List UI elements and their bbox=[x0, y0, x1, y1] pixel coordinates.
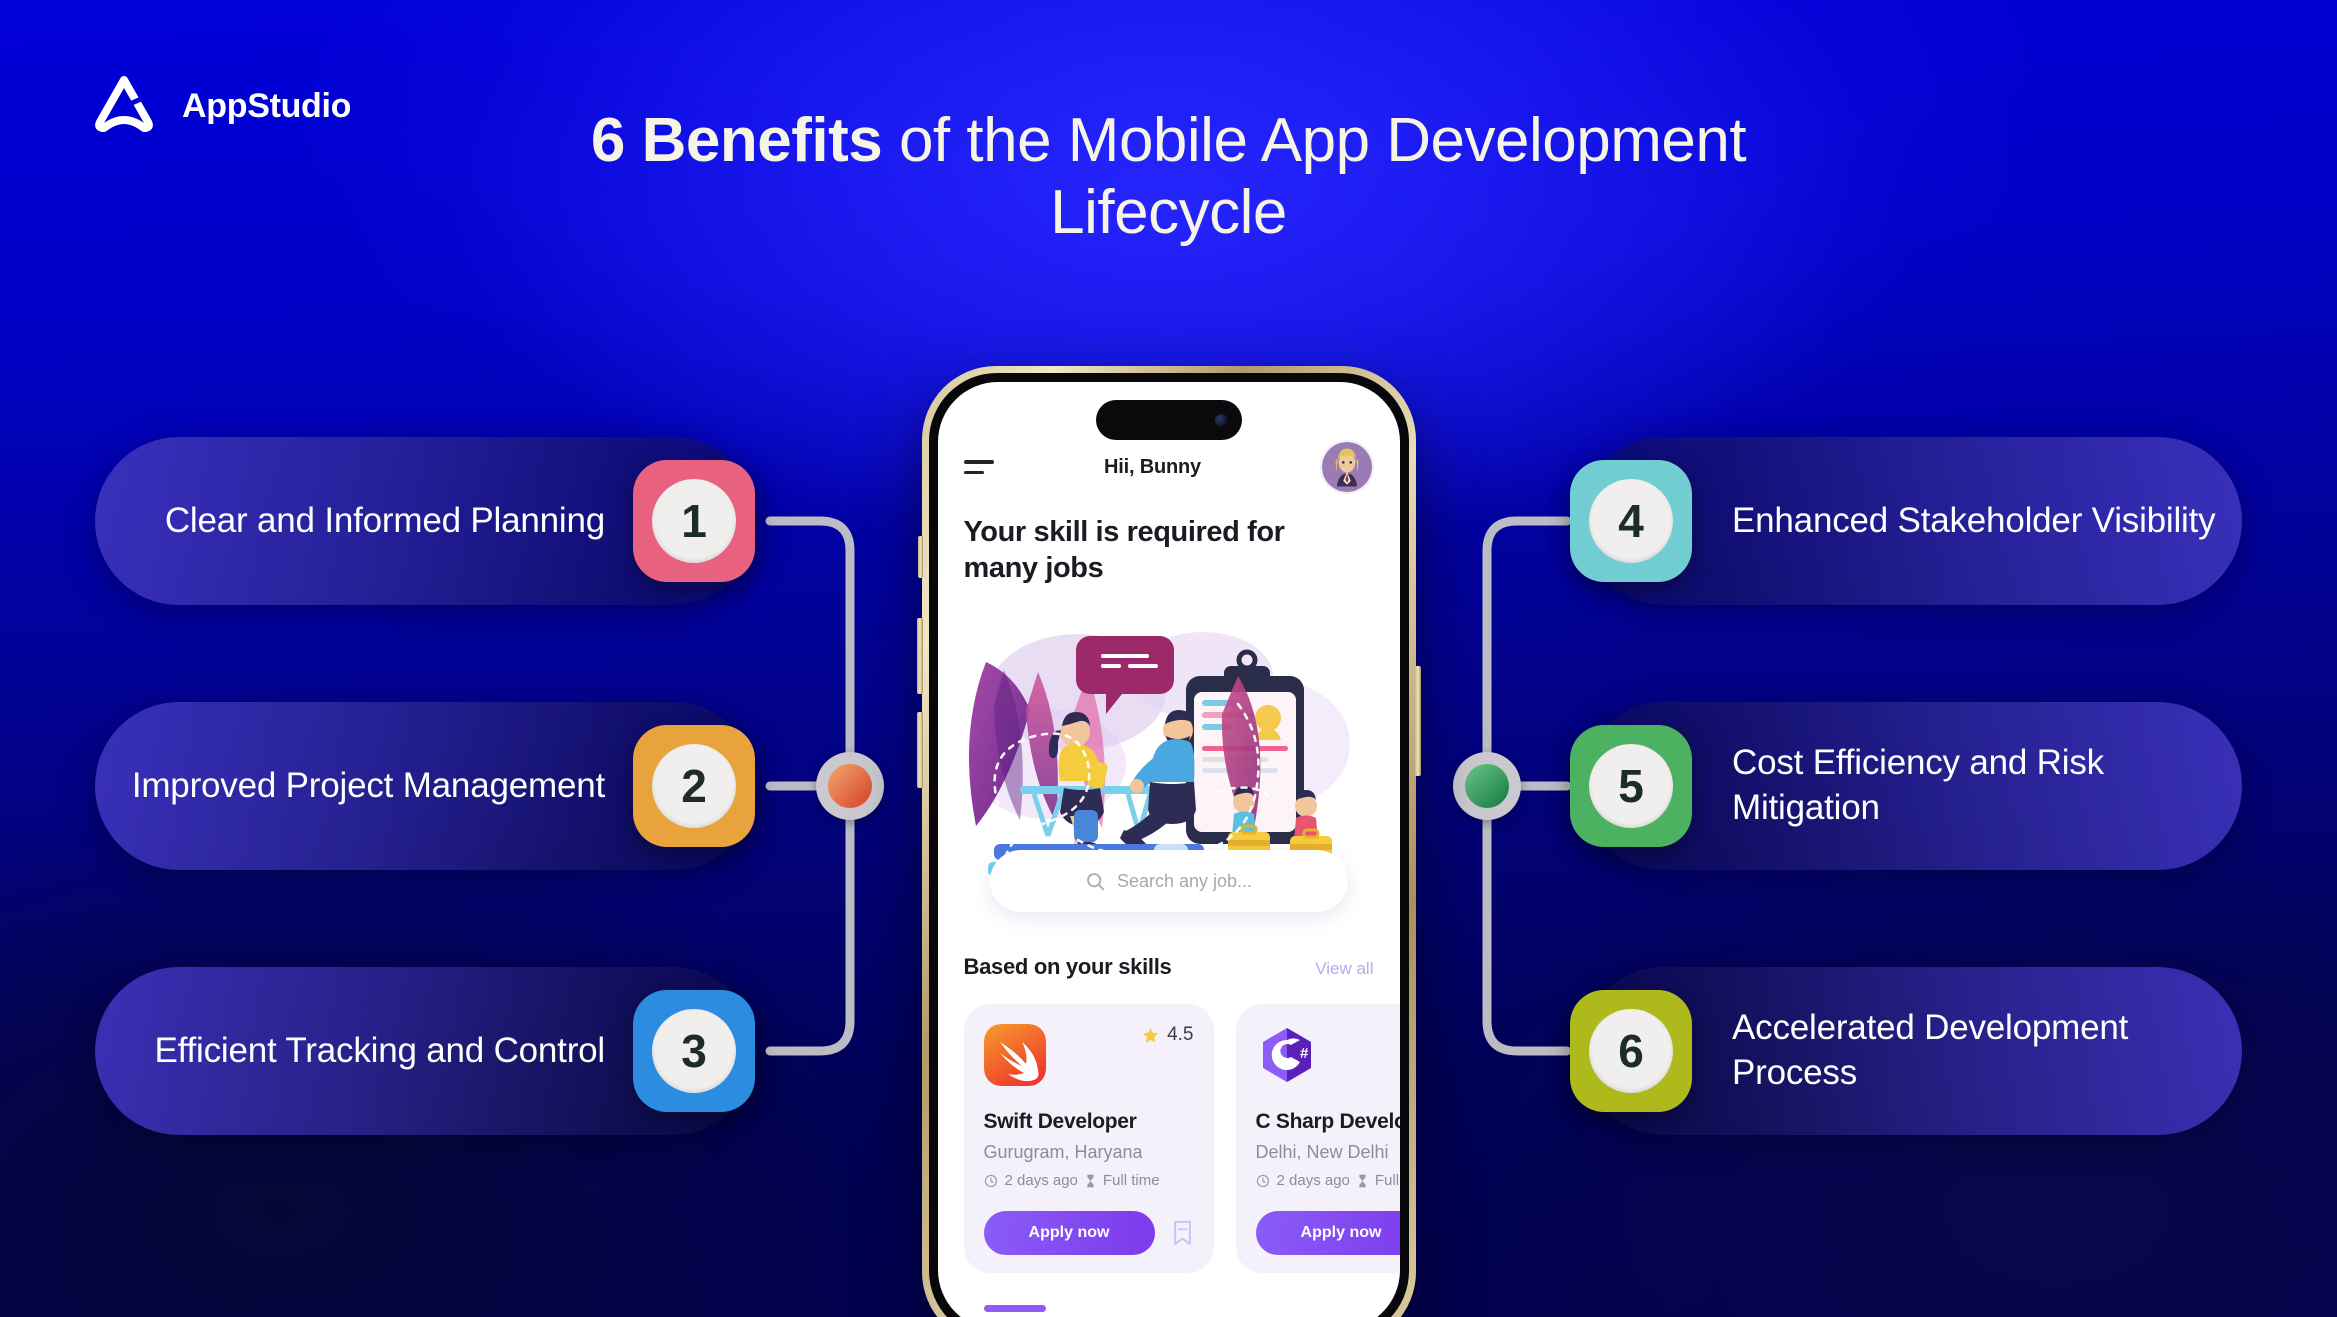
headline-rest: of the Mobile App Development Lifecycle bbox=[882, 106, 1747, 247]
job-rating-value: 4.5 bbox=[1167, 1024, 1194, 1045]
benefit-number-6: 6 bbox=[1589, 1009, 1673, 1093]
phone-bezel: Hii, Bunny Your skill is required for ma… bbox=[928, 373, 1409, 1317]
job-card-header: 4.5 bbox=[983, 1024, 1194, 1086]
csharp-logo-icon: # bbox=[1262, 1028, 1311, 1082]
benefit-badge-4[interactable]: 4 bbox=[1570, 460, 1692, 582]
benefit-number-2: 2 bbox=[652, 744, 736, 828]
silent-switch[interactable] bbox=[917, 536, 923, 578]
connector-hub-right bbox=[1453, 752, 1521, 820]
job-location: Delhi, New Delhi bbox=[1255, 1142, 1389, 1162]
job-interview-illustration-icon bbox=[968, 632, 1350, 884]
brand-name: AppStudio bbox=[182, 86, 352, 125]
user-avatar[interactable] bbox=[1319, 440, 1374, 494]
app-topbar: Hii, Bunny bbox=[938, 440, 1400, 494]
job-posted: 2 days ago bbox=[1276, 1172, 1350, 1189]
job-location: Gurugram, Haryana bbox=[983, 1142, 1143, 1162]
benefit-label-1: Clear and Informed Planning bbox=[164, 500, 605, 540]
job-title: C Sharp Developer bbox=[1255, 1110, 1400, 1133]
clock-icon bbox=[1256, 1174, 1269, 1187]
benefit-label-2: Improved Project Management bbox=[131, 765, 605, 805]
benefit-badge-2[interactable]: 2 bbox=[633, 725, 755, 847]
section-header: Based on your skills View all bbox=[964, 954, 1374, 980]
job-type: Full time bbox=[1102, 1172, 1160, 1189]
benefit-number-4: 4 bbox=[1589, 479, 1673, 563]
power-button[interactable] bbox=[1414, 666, 1421, 776]
search-placeholder: Search any job... bbox=[1116, 870, 1253, 891]
brand-logo[interactable]: AppStudio bbox=[88, 70, 351, 142]
job-meta: 2 days ago Full time bbox=[1256, 1172, 1400, 1189]
benefit-number-3: 3 bbox=[652, 1009, 736, 1093]
greeting-text: Hii, Bunny bbox=[1104, 455, 1201, 478]
page-title: 6 Benefits of the Mobile App Development… bbox=[569, 105, 1769, 249]
home-indicator-bar bbox=[983, 1305, 1046, 1312]
app-heading: Your skill is required for many jobs bbox=[963, 516, 1285, 585]
phone-mockup: Hii, Bunny Your skill is required for ma… bbox=[916, 366, 1421, 1317]
section-title: Based on your skills bbox=[963, 954, 1172, 979]
benefit-badge-1[interactable]: 1 bbox=[633, 460, 755, 582]
job-actions: Apply now bbox=[1255, 1211, 1400, 1255]
search-icon bbox=[1087, 872, 1105, 890]
job-posted: 2 days ago bbox=[1004, 1172, 1078, 1189]
job-card-swift[interactable]: 4.5 Swift Developer Gurugram, Haryana 2 … bbox=[963, 1004, 1214, 1273]
volume-down-button[interactable] bbox=[916, 712, 923, 788]
job-actions: Apply now bbox=[983, 1211, 1194, 1255]
phone-screen: Hii, Bunny Your skill is required for ma… bbox=[937, 382, 1400, 1317]
clock-icon bbox=[984, 1174, 997, 1187]
benefit-badge-6[interactable]: 6 bbox=[1570, 990, 1692, 1112]
headline-emphasis: 6 Benefits bbox=[590, 106, 883, 175]
bookmark-icon[interactable] bbox=[1171, 1220, 1194, 1246]
hub-core-right bbox=[1465, 764, 1509, 808]
search-input[interactable]: Search any job... bbox=[989, 850, 1348, 912]
hourglass-icon bbox=[1087, 1174, 1094, 1187]
apply-now-button[interactable]: Apply now bbox=[983, 1211, 1155, 1255]
job-list: 4.5 Swift Developer Gurugram, Haryana 2 … bbox=[963, 1004, 1400, 1273]
job-rating: 4.5 bbox=[1141, 1024, 1194, 1046]
view-all-link[interactable]: View all bbox=[1315, 959, 1373, 979]
svg-text:#: # bbox=[1300, 1045, 1309, 1062]
job-title: Swift Developer bbox=[983, 1110, 1137, 1133]
front-camera-icon bbox=[1214, 413, 1228, 427]
job-meta: 2 days ago Full time bbox=[984, 1172, 1194, 1189]
dynamic-island bbox=[1095, 400, 1242, 440]
benefit-number-1: 1 bbox=[652, 479, 736, 563]
hourglass-icon bbox=[1359, 1174, 1366, 1187]
benefit-label-5: Cost Efficiency and Risk Mitigation bbox=[1732, 743, 2104, 827]
star-icon bbox=[1143, 1027, 1159, 1042]
benefit-badge-3[interactable]: 3 bbox=[633, 990, 755, 1112]
avatar-icon bbox=[1321, 442, 1372, 492]
benefit-badge-5[interactable]: 5 bbox=[1570, 725, 1692, 847]
hub-core-left bbox=[828, 764, 872, 808]
benefit-label-4: Enhanced Stakeholder Visibility bbox=[1732, 500, 2216, 540]
apply-now-button[interactable]: Apply now bbox=[1255, 1211, 1400, 1255]
connector-hub-left bbox=[816, 752, 884, 820]
swift-logo-icon bbox=[983, 1024, 1046, 1086]
benefit-label-6: Accelerated Development Process bbox=[1732, 1008, 2129, 1092]
benefit-label-3: Efficient Tracking and Control bbox=[154, 1030, 605, 1070]
job-card-csharp[interactable]: # C Sharp Developer Delhi, New Delhi 2 d… bbox=[1235, 1004, 1400, 1273]
appstudio-triangle-logo-icon bbox=[95, 76, 153, 132]
volume-up-button[interactable] bbox=[916, 618, 923, 694]
benefit-number-5: 5 bbox=[1589, 744, 1673, 828]
job-card-header: # bbox=[1256, 1024, 1400, 1086]
job-type: Full time bbox=[1374, 1172, 1400, 1189]
